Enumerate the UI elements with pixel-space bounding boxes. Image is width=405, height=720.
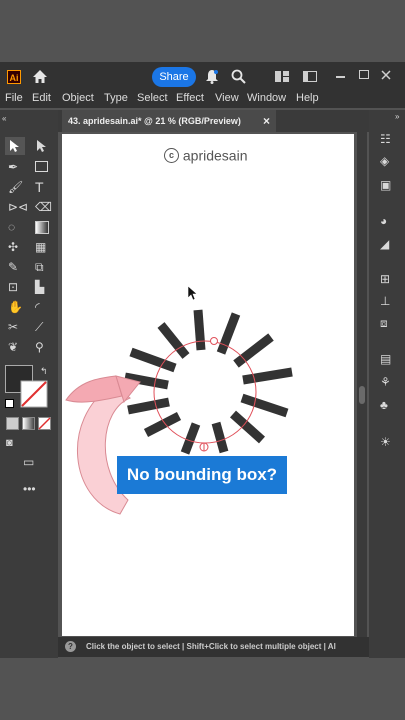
graphic-styles-icon[interactable]: ▤ [380,352,391,366]
swatches-icon[interactable]: ◢ [380,237,389,251]
brightness-icon[interactable]: ☀ [380,435,391,449]
status-text: Click the object to select | Shift+Click… [86,642,336,651]
status-bar: ? Click the object to select | Shift+Cli… [58,637,369,657]
burst-artwork[interactable] [0,0,405,720]
cursor-icon [187,285,198,301]
align-icon[interactable]: ⊞ [380,272,390,286]
vertical-scrollbar[interactable] [357,132,367,637]
help-icon[interactable]: ? [65,641,76,652]
layers-icon[interactable]: ◈ [380,154,389,168]
appearance-icon[interactable]: ♣ [380,398,388,412]
properties-icon[interactable]: ☷ [380,132,391,146]
transform-icon[interactable]: ⧈ [380,316,388,330]
callout-label: No bounding box? [117,456,287,494]
pathfinder-icon[interactable]: ⊥ [380,294,390,308]
symbols-icon[interactable]: ⚘ [380,375,391,389]
color-icon[interactable]: ◕ [380,214,387,228]
panels-dock: » ☷ ◈ ▣ ◕ ◢ ⊞ ⊥ ⧈ ▤ ⚘ ♣ ☀ [369,110,405,658]
anchor-point-top [210,337,218,345]
panel-expand-icon[interactable]: » [395,110,399,124]
scrollbar-thumb[interactable] [359,386,365,404]
libraries-icon[interactable]: ▣ [380,178,391,192]
